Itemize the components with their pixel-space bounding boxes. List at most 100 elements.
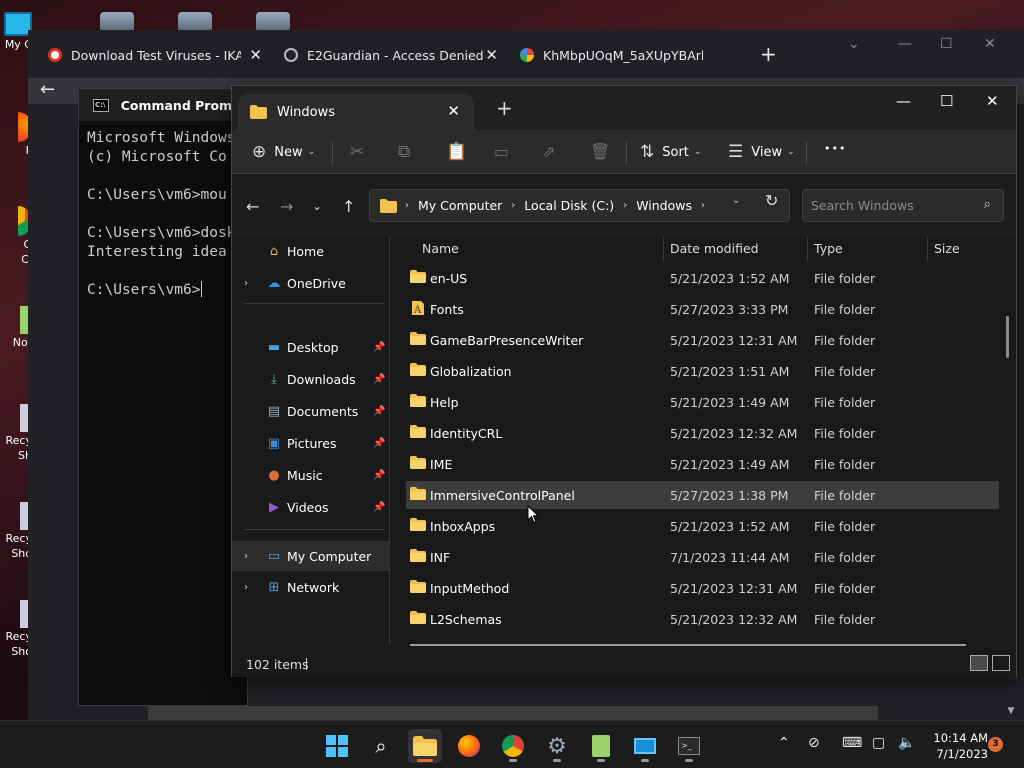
scroll-down-icon[interactable]: ▼ bbox=[1004, 706, 1018, 720]
view-button[interactable]: ☰ View ⌄ bbox=[728, 142, 795, 162]
taskbar-file-explorer[interactable] bbox=[408, 729, 442, 763]
column-header-size[interactable]: Size bbox=[934, 237, 960, 259]
table-row[interactable]: INF 7/1/2023 11:44 AM File folder bbox=[406, 543, 999, 571]
chevron-right-icon[interactable]: › bbox=[244, 551, 248, 562]
up-arrow-icon[interactable]: ↑ bbox=[342, 197, 355, 216]
browser-horizontal-scrollbar[interactable] bbox=[148, 706, 878, 720]
close-icon[interactable]: ✕ bbox=[485, 46, 498, 64]
maximize-icon[interactable]: ☐ bbox=[940, 36, 953, 52]
table-row[interactable]: en-US 5/21/2023 1:52 AM File folder bbox=[406, 264, 999, 292]
copy-icon[interactable]: ⧉ bbox=[398, 142, 410, 162]
taskbar-chrome[interactable] bbox=[496, 729, 530, 763]
new-button[interactable]: ⊕ New ⌄ bbox=[252, 142, 315, 162]
sidebar-item-desktop[interactable]: ▬ Desktop 📌 bbox=[232, 333, 390, 361]
address-bar[interactable]: › My Computer › Local Disk (C:) › Window… bbox=[369, 189, 790, 222]
forward-arrow-icon[interactable]: → bbox=[280, 197, 293, 216]
column-header-date[interactable]: Date modified bbox=[670, 237, 759, 259]
desktop-shortcut-icon[interactable] bbox=[256, 12, 290, 32]
column-header-name[interactable]: Name bbox=[422, 237, 459, 259]
table-row[interactable]: Globalization 5/21/2023 1:51 AM File folde… bbox=[406, 357, 999, 385]
table-row[interactable]: A Fonts 5/27/2023 3:33 PM File folder bbox=[406, 295, 999, 323]
column-header-type[interactable]: Type bbox=[814, 237, 843, 259]
taskbar-notepad[interactable] bbox=[584, 729, 618, 763]
more-options-button[interactable]: ••• bbox=[824, 142, 846, 155]
sidebar-item-mycomputer[interactable]: › ▭ My Computer bbox=[232, 541, 390, 571]
minimize-icon[interactable]: — bbox=[898, 36, 912, 52]
pin-icon[interactable]: 📌 bbox=[373, 342, 385, 353]
desktop-shortcut-icon[interactable] bbox=[178, 12, 212, 32]
taskbar-terminal[interactable]: >_ bbox=[672, 729, 706, 763]
close-icon[interactable]: ✕ bbox=[986, 92, 999, 110]
network-disconnected-icon[interactable]: ⊘ bbox=[808, 735, 820, 751]
cmd-console[interactable]: Microsoft Windows (c) Microsoft Co C:\Use… bbox=[79, 121, 247, 300]
browser-tab-e2guardian[interactable]: E2Guardian - Access Denied ✕ bbox=[284, 40, 498, 70]
desktop-shortcut-icon[interactable] bbox=[100, 12, 134, 32]
sidebar-item-home[interactable]: ⌂ Home bbox=[232, 237, 390, 265]
back-arrow-icon[interactable]: ← bbox=[246, 197, 259, 216]
sidebar-item-downloads[interactable]: ⤓ Downloads 📌 bbox=[232, 365, 390, 393]
chevron-down-icon[interactable]: ⌄ bbox=[848, 36, 860, 52]
cmd-titlebar[interactable]: C:\ Command Prompt bbox=[79, 89, 247, 121]
table-row[interactable]: GameBarPresenceWriter 5/21/2023 12:31 AM F… bbox=[406, 326, 999, 354]
table-row[interactable]: InboxApps 5/21/2023 1:52 AM File folder bbox=[406, 512, 999, 540]
breadcrumb-local-disk[interactable]: Local Disk (C:) bbox=[524, 198, 614, 213]
breadcrumb-windows[interactable]: Windows bbox=[636, 198, 692, 213]
search-button[interactable]: ⌕ bbox=[364, 729, 398, 763]
pin-icon[interactable]: 📌 bbox=[373, 438, 385, 449]
sort-button[interactable]: ⇅ Sort ⌄ bbox=[640, 142, 701, 162]
sidebar-item-music[interactable]: ● Music 📌 bbox=[232, 461, 390, 489]
file-list-scrollbar[interactable] bbox=[1006, 316, 1009, 358]
delete-icon[interactable]: 🗑 bbox=[590, 142, 610, 161]
close-icon[interactable]: ✕ bbox=[249, 46, 262, 64]
file-list-horizontal-scrollbar[interactable] bbox=[410, 644, 966, 646]
taskbar-settings[interactable]: ⚙ bbox=[540, 729, 574, 763]
breadcrumb-mycomputer[interactable]: My Computer bbox=[418, 198, 502, 213]
keyboard-icon[interactable]: ⌨ bbox=[842, 735, 862, 751]
paste-icon[interactable]: 📋 bbox=[446, 142, 467, 162]
table-row[interactable]: L2Schemas 5/21/2023 12:32 AM File folder bbox=[406, 605, 999, 633]
start-button[interactable] bbox=[320, 729, 354, 763]
rename-icon[interactable]: ▭ bbox=[494, 142, 509, 161]
browser-tab-image[interactable]: KhMbpUOqM_5aXUpYBArkXTq5 bbox=[520, 40, 710, 70]
table-row[interactable]: ImmersiveControlPanel 5/27/2023 1:38 PM Fi… bbox=[406, 481, 999, 509]
minimize-icon[interactable]: — bbox=[896, 92, 911, 110]
sidebar-item-network[interactable]: › ⊞ Network bbox=[232, 573, 390, 601]
explorer-tab-windows[interactable]: Windows ✕ bbox=[238, 94, 474, 130]
table-row[interactable]: IME 5/21/2023 1:49 AM File folder bbox=[406, 450, 999, 478]
pin-icon[interactable]: 📌 bbox=[373, 502, 385, 513]
details-view-button[interactable] bbox=[970, 655, 988, 671]
close-icon[interactable]: ✕ bbox=[984, 36, 996, 52]
close-icon[interactable]: ✕ bbox=[447, 102, 460, 120]
chevron-right-icon[interactable]: › bbox=[244, 278, 248, 289]
search-input[interactable]: Search Windows ⌕ bbox=[802, 189, 1004, 222]
sidebar-item-documents[interactable]: ▤ Documents 📌 bbox=[232, 397, 390, 425]
share-icon[interactable]: ⇗ bbox=[542, 142, 555, 161]
volume-icon[interactable]: 🔈 bbox=[898, 735, 915, 751]
recent-chevron-icon[interactable]: ⌄ bbox=[312, 199, 322, 213]
clock[interactable]: 10:14 AM 7/1/2023 bbox=[922, 730, 988, 762]
show-hidden-icons-icon[interactable]: ⌃ bbox=[778, 735, 790, 751]
table-row[interactable]: Help 5/21/2023 1:49 AM File folder bbox=[406, 388, 999, 416]
table-row[interactable]: InputMethod 5/21/2023 12:31 AM File folder bbox=[406, 574, 999, 602]
command-prompt-window[interactable]: C:\ Command Prompt Microsoft Windows (c) … bbox=[78, 88, 248, 706]
cut-icon[interactable]: ✂ bbox=[350, 142, 364, 162]
sidebar-item-pictures[interactable]: ▣ Pictures 📌 bbox=[232, 429, 390, 457]
notification-badge[interactable]: 3 bbox=[988, 737, 1003, 752]
sidebar-item-onedrive[interactable]: › ☁ OneDrive bbox=[232, 269, 390, 297]
navigation-pane-scrollbar[interactable] bbox=[389, 237, 390, 645]
table-row[interactable]: IdentityCRL 5/21/2023 12:32 AM File folder bbox=[406, 419, 999, 447]
maximize-icon[interactable]: ☐ bbox=[940, 92, 953, 110]
chevron-right-icon[interactable]: › bbox=[244, 582, 248, 593]
chevron-down-icon[interactable]: ⌄ bbox=[732, 195, 740, 206]
taskbar-firefox[interactable] bbox=[452, 729, 486, 763]
pin-icon[interactable]: 📌 bbox=[373, 406, 385, 417]
back-arrow-icon[interactable]: ← bbox=[40, 79, 55, 100]
pin-icon[interactable]: 📌 bbox=[373, 470, 385, 481]
taskbar-remote-desktop[interactable] bbox=[628, 729, 662, 763]
display-icon[interactable]: ▢ bbox=[872, 735, 885, 751]
refresh-icon[interactable]: ↻ bbox=[765, 191, 778, 210]
tiles-view-button[interactable] bbox=[992, 655, 1010, 671]
new-tab-button[interactable]: + bbox=[760, 42, 777, 66]
pin-icon[interactable]: 📌 bbox=[373, 374, 385, 385]
sidebar-item-videos[interactable]: ▶ Videos 📌 bbox=[232, 493, 390, 521]
